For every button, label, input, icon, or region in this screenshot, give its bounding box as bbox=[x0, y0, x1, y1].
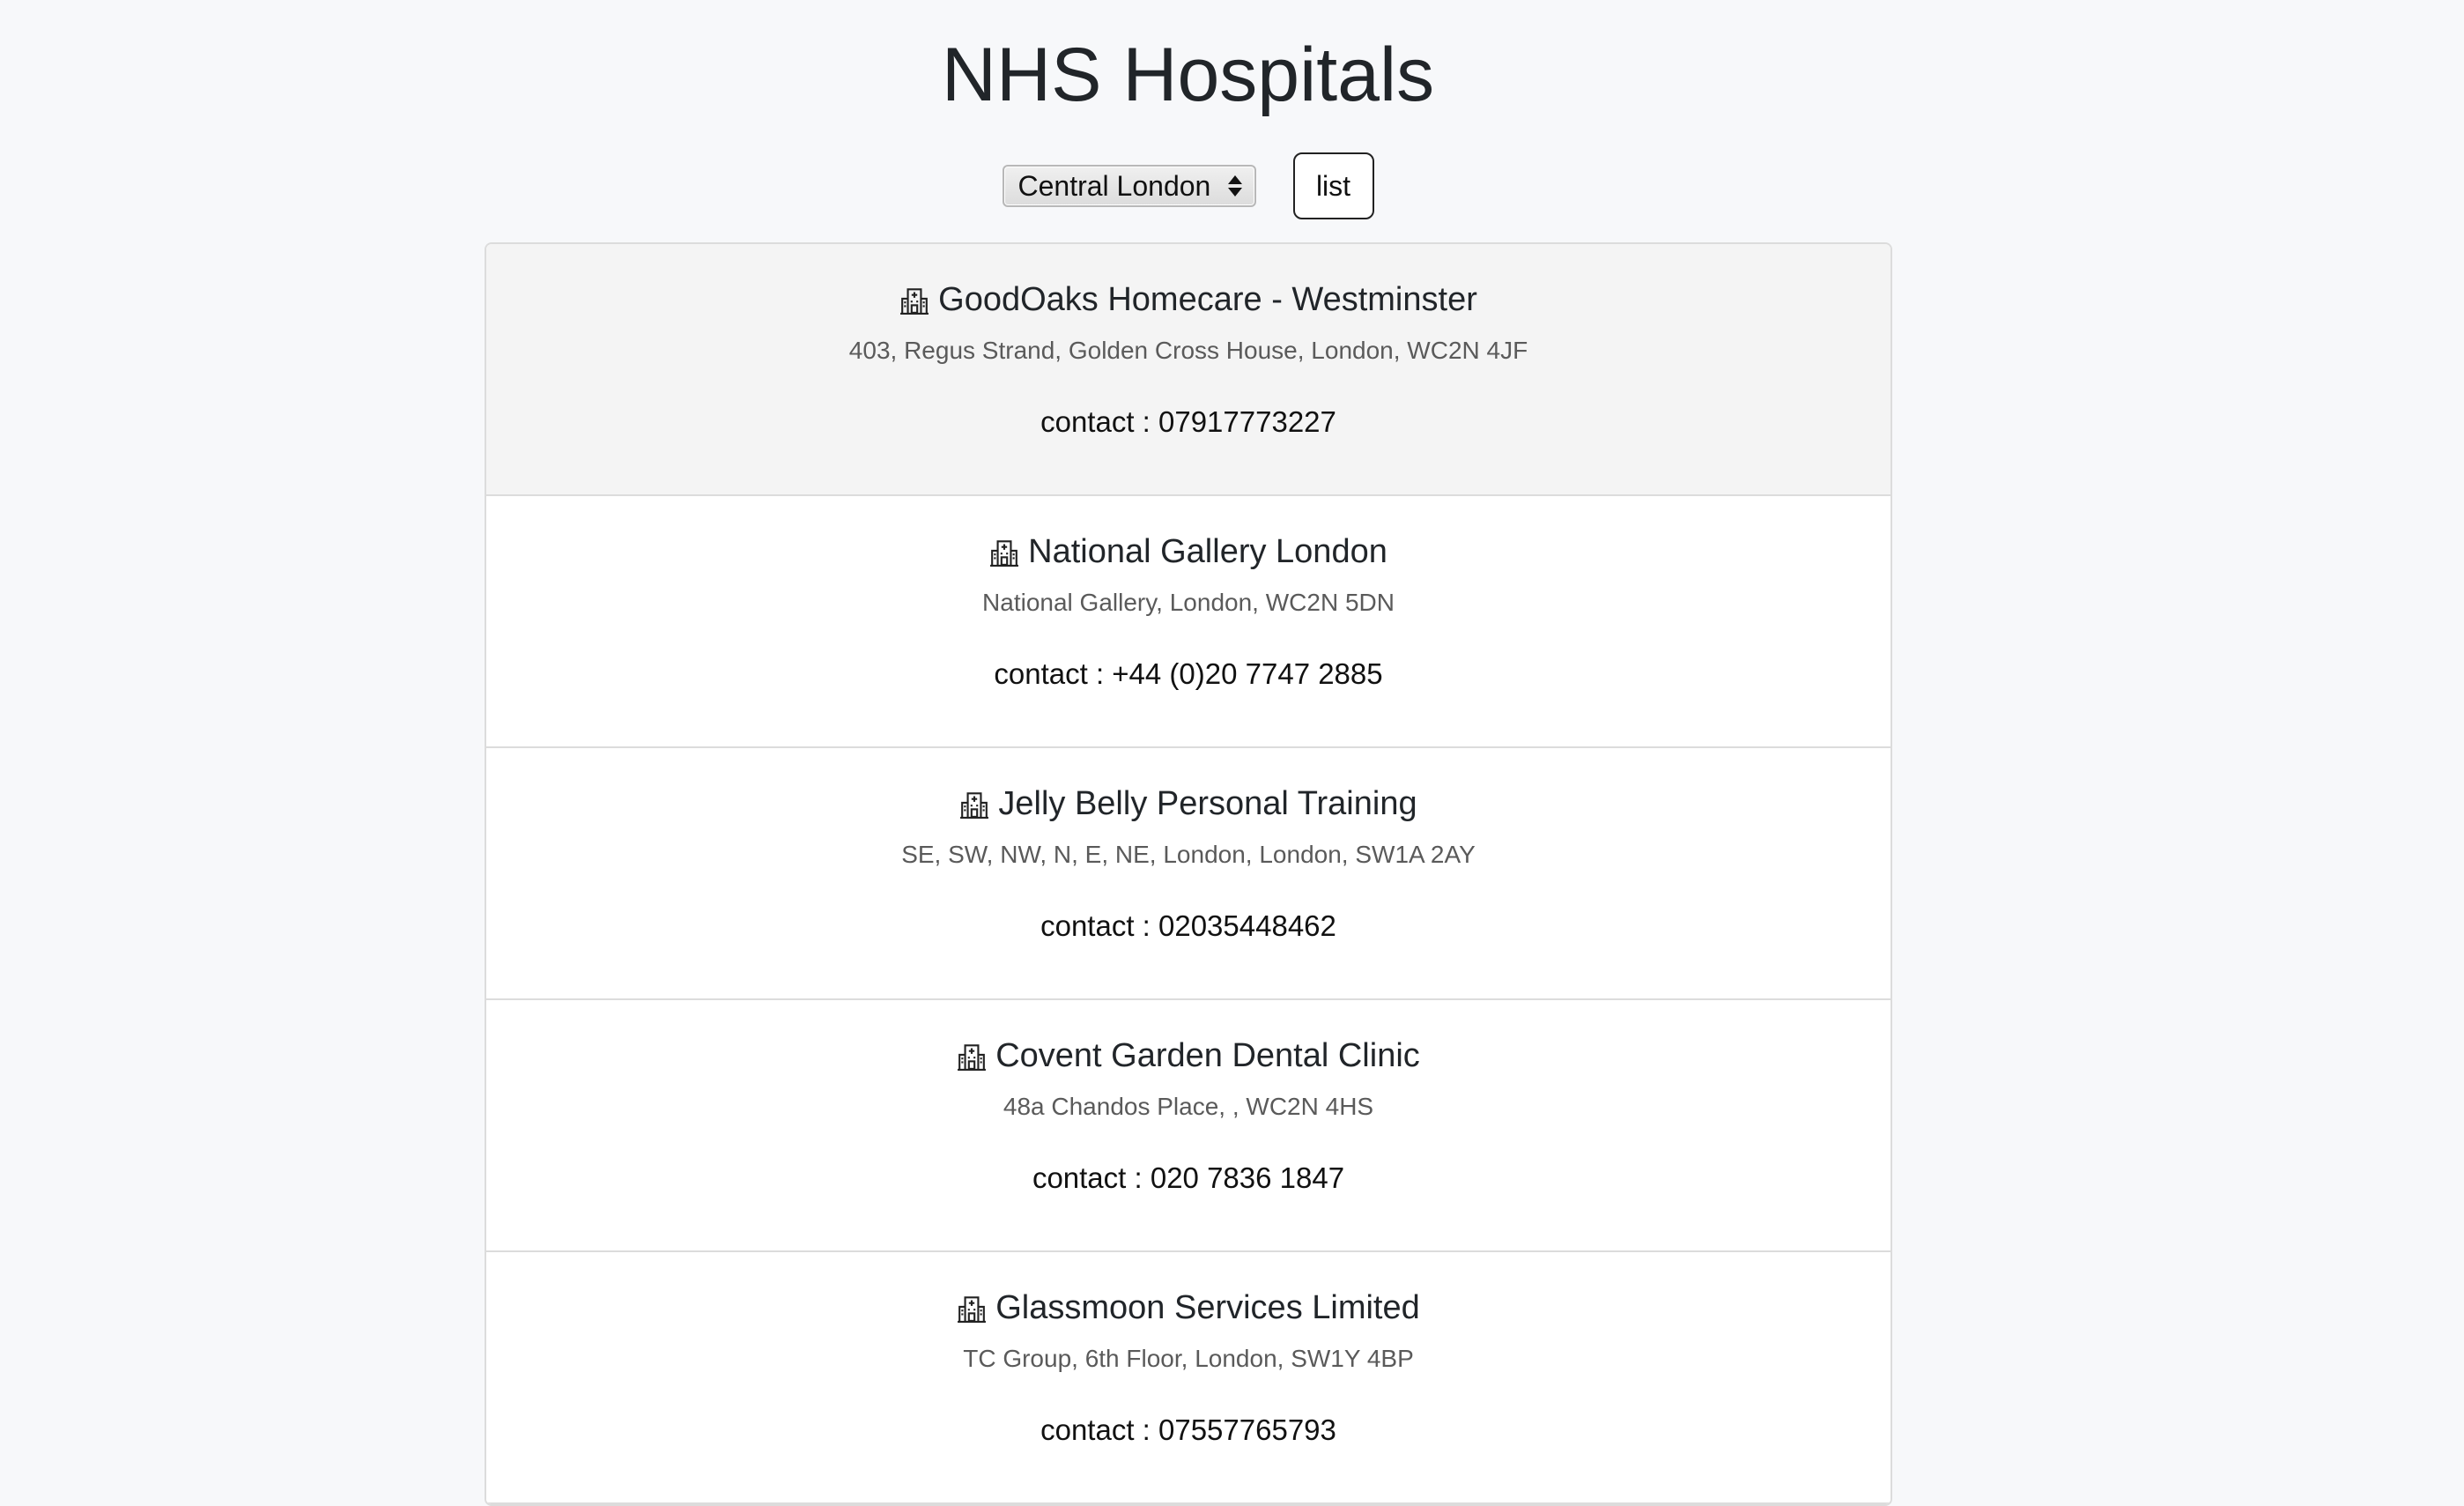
hospital-icon bbox=[960, 792, 989, 819]
hospital-icon bbox=[900, 288, 929, 315]
result-address: 403, Regus Strand, Golden Cross House, L… bbox=[848, 337, 1528, 364]
result-item[interactable]: Jelly Belly Personal Training SE, SW, NW… bbox=[486, 748, 1891, 1000]
result-contact: contact : 02035448462 bbox=[1040, 909, 1336, 942]
result-address: TC Group, 6th Floor, London, SW1Y 4BP bbox=[963, 1345, 1414, 1372]
page-title: NHS Hospitals bbox=[941, 33, 1435, 117]
result-title: Jelly Belly Personal Training bbox=[486, 782, 1891, 826]
hospital-icon bbox=[958, 1044, 987, 1071]
result-address: SE, SW, NW, N, E, NE, London, London, SW… bbox=[901, 841, 1476, 868]
region-select-value: Central London bbox=[1017, 169, 1211, 202]
result-address: National Gallery, London, WC2N 5DN bbox=[982, 589, 1395, 616]
result-contact: contact : 020 7836 1847 bbox=[1032, 1161, 1345, 1194]
region-select[interactable]: Central London bbox=[1002, 165, 1256, 207]
result-name: National Gallery London bbox=[1028, 533, 1387, 570]
hospital-icon bbox=[990, 540, 1019, 567]
result-title: Glassmoon Services Limited bbox=[486, 1286, 1891, 1330]
result-address: 48a Chandos Place, , WC2N 4HS bbox=[1003, 1093, 1374, 1120]
result-item[interactable]: National Gallery London National Gallery… bbox=[486, 496, 1891, 748]
result-name: Jelly Belly Personal Training bbox=[998, 785, 1417, 822]
result-name: Covent Garden Dental Clinic bbox=[995, 1037, 1420, 1074]
list-button[interactable]: list bbox=[1292, 152, 1374, 219]
result-title: National Gallery London bbox=[486, 530, 1891, 574]
select-arrows-icon bbox=[1227, 175, 1242, 197]
result-item[interactable]: Covent Garden Dental Clinic 48a Chandos … bbox=[486, 1000, 1891, 1252]
result-name: Glassmoon Services Limited bbox=[995, 1289, 1420, 1326]
result-contact: contact : 07917773227 bbox=[1040, 405, 1336, 438]
results-list: GoodOaks Homecare - Westminster 403, Reg… bbox=[485, 242, 1892, 1506]
controls-bar: Central London list bbox=[0, 152, 2376, 219]
result-name: GoodOaks Homecare - Westminster bbox=[938, 281, 1477, 318]
hospital-icon bbox=[958, 1296, 987, 1323]
result-contact: contact : 07557765793 bbox=[1040, 1413, 1336, 1446]
result-title: GoodOaks Homecare - Westminster bbox=[486, 278, 1891, 322]
result-item[interactable]: Glassmoon Services Limited TC Group, 6th… bbox=[486, 1252, 1891, 1504]
result-contact: contact : +44 (0)20 7747 2885 bbox=[994, 657, 1383, 690]
result-title: Covent Garden Dental Clinic bbox=[486, 1034, 1891, 1078]
result-item[interactable]: GoodOaks Homecare - Westminster 403, Reg… bbox=[486, 244, 1891, 496]
